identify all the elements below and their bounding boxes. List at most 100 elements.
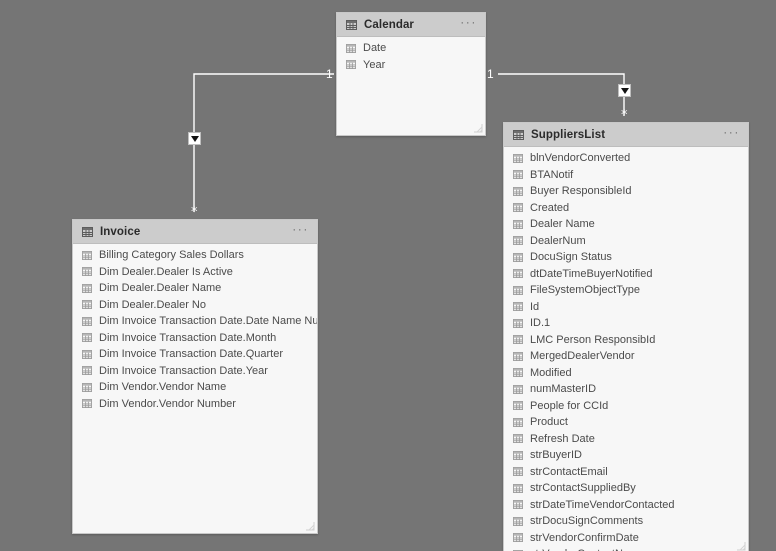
field-row[interactable]: Dealer Name [504,216,748,233]
resize-handle[interactable] [737,542,746,551]
field-row[interactable]: Dim Vendor.Vendor Name [73,379,317,396]
field-row[interactable]: strContactSuppliedBy [504,480,748,497]
field-label: DocuSign Status [530,251,612,263]
column-grid-icon [513,186,523,196]
field-row[interactable]: Dim Invoice Transaction Date.Month [73,330,317,347]
resize-handle[interactable] [474,124,483,133]
field-row[interactable]: ID.1 [504,315,748,332]
field-row[interactable]: Billing Category Sales Dollars [73,247,317,264]
field-row[interactable]: strBuyerID [504,447,748,464]
table-menu-button[interactable]: ··· [292,223,309,238]
field-row[interactable]: Dim Invoice Transaction Date.Quarter [73,346,317,363]
field-row[interactable]: Buyer ResponsibleId [504,183,748,200]
field-row[interactable]: dtDateTimeBuyerNotified [504,266,748,283]
field-row[interactable]: Date [337,40,485,57]
table-menu-button[interactable]: ··· [460,16,477,31]
field-row[interactable]: Dim Invoice Transaction Date.Date Name N… [73,313,317,330]
field-label: Id [530,300,540,313]
column-grid-icon [513,285,523,295]
relationship-line-calendar-supplierslist[interactable] [498,73,625,116]
field-row[interactable]: Dim Dealer.Dealer Is Active [73,264,317,281]
table-grid-icon [82,226,93,237]
relationship-line-calendar-invoice[interactable] [193,73,334,212]
column-grid-icon [82,300,92,310]
table-header-supplierslist[interactable]: SuppliersList ··· [504,123,748,147]
field-row[interactable]: People for CCId [504,398,748,415]
table-header-invoice[interactable]: Invoice ··· [73,220,317,244]
field-label: Product [530,416,568,428]
field-row[interactable]: blnVendorConverted [504,150,748,167]
table-grid-icon [513,129,524,140]
field-list-invoice: Billing Category Sales Dollars Dim Dealer… [73,244,317,412]
field-label: DealerNum [530,234,586,247]
field-label: strVendorConfirmDate [530,531,639,544]
column-grid-icon [513,219,523,229]
field-row[interactable]: strDocuSignComments [504,513,748,530]
cross-filter-direction-arrow-icon[interactable] [188,132,201,145]
field-label: strDateTimeVendorContacted [530,498,675,511]
field-row[interactable]: FileSystemObjectType [504,282,748,299]
field-row[interactable]: Product [504,414,748,431]
column-grid-icon [82,267,92,277]
field-label: numMasterID [530,383,597,395]
field-row[interactable]: strVendorConfirmDate [504,530,748,547]
table-grid-icon [346,19,357,30]
column-grid-icon [513,384,523,394]
field-row[interactable]: Dim Dealer.Dealer No [73,297,317,314]
field-row[interactable]: LMC Person ResponsibId [504,332,748,349]
column-grid-icon [513,401,523,411]
table-card-invoice[interactable]: Invoice ··· Billing Category Sales Dollars… [72,219,318,534]
field-row[interactable]: Year [337,57,485,74]
field-row[interactable]: strDateTimeVendorContacted [504,497,748,514]
field-label: strBuyerID [530,449,582,461]
field-row[interactable]: Dim Dealer.Dealer Name [73,280,317,297]
field-label: strContactSuppliedBy [530,482,636,494]
field-list-calendar: Date Year [337,37,485,73]
column-grid-icon [513,236,523,246]
field-label: Dim Vendor.Vendor Name [99,381,227,393]
column-grid-icon [513,467,523,477]
table-header-calendar[interactable]: Calendar ··· [337,13,485,37]
field-label: ID.1 [530,317,551,329]
field-row[interactable]: Created [504,200,748,217]
field-row[interactable]: DocuSign Status [504,249,748,266]
field-label: Date [363,42,387,54]
field-row[interactable]: BTANotif [504,167,748,184]
table-menu-button[interactable]: ··· [723,126,740,141]
field-row[interactable]: strVendorContactName [504,546,748,551]
column-grid-icon [513,417,523,427]
field-label: Refresh Date [530,432,595,445]
column-grid-icon [82,382,92,392]
field-list-supplierslist: blnVendorConverted BTANotif Buyer Responsi… [504,147,748,551]
column-grid-icon [82,316,92,326]
column-grid-icon [513,500,523,510]
table-card-calendar[interactable]: Calendar ··· Date Year [336,12,486,136]
field-row[interactable]: DealerNum [504,233,748,250]
field-row[interactable]: Modified [504,365,748,382]
field-label: Dim Invoice Transaction Date.Month [99,331,277,344]
field-row[interactable]: Refresh Date [504,431,748,448]
column-grid-icon [513,153,523,163]
field-row[interactable]: strContactEmail [504,464,748,481]
column-grid-icon [346,43,356,53]
cardinality-one-label: 1 [487,67,494,81]
field-label: Dim Vendor.Vendor Number [99,397,236,410]
resize-handle[interactable] [306,522,315,531]
field-label: dtDateTimeBuyerNotified [530,267,653,280]
column-grid-icon [82,399,92,409]
column-grid-icon [82,366,92,376]
field-row[interactable]: Id [504,299,748,316]
field-label: blnVendorConverted [530,152,631,164]
field-row[interactable]: Dim Invoice Transaction Date.Year [73,363,317,380]
column-grid-icon [513,252,523,262]
cross-filter-direction-arrow-icon[interactable] [618,84,631,97]
field-row[interactable]: MergedDealerVendor [504,348,748,365]
field-row[interactable]: numMasterID [504,381,748,398]
table-card-supplierslist[interactable]: SuppliersList ··· blnVendorConverted BTANot… [503,122,749,551]
model-relationship-canvas[interactable]: 1 * 1 * Calendar ··· Date Year Invoice ··· Billin… [0,0,776,551]
field-row[interactable]: Dim Vendor.Vendor Number [73,396,317,413]
column-grid-icon [346,60,356,70]
field-label: Dealer Name [530,218,595,230]
column-grid-icon [513,450,523,460]
field-label: BTANotif [530,168,574,181]
